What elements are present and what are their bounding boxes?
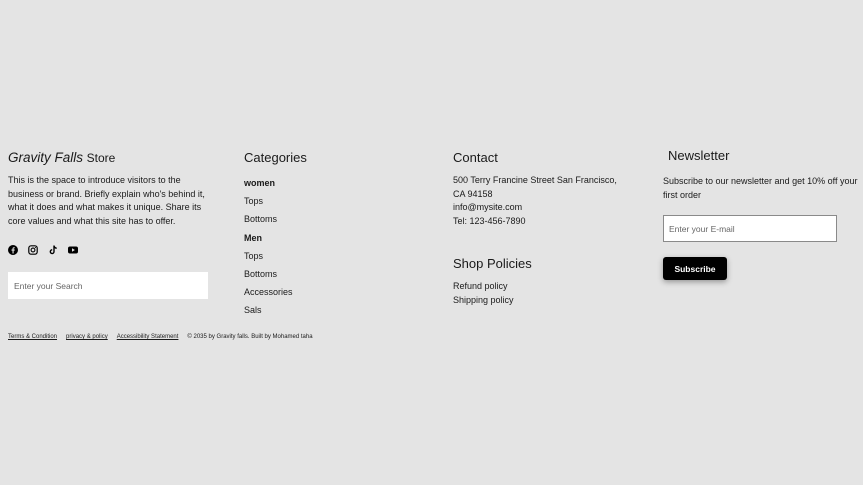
site-footer: Gravity Falls Store This is the space to… — [0, 0, 863, 485]
accessibility-link[interactable]: Accessibility Statement — [117, 333, 179, 341]
contact-email[interactable]: info@mysite.com — [453, 201, 623, 215]
category-item-women-tops[interactable]: Tops — [244, 192, 307, 210]
brand-title: Gravity Falls Store — [8, 150, 213, 166]
category-item-sals[interactable]: Sals — [244, 301, 307, 319]
categories-heading: Categories — [244, 150, 307, 165]
facebook-icon[interactable] — [8, 245, 18, 256]
social-icons — [8, 245, 213, 256]
category-item-men-bottoms[interactable]: Bottoms — [244, 265, 307, 283]
instagram-icon[interactable] — [28, 245, 38, 256]
policies-heading: Shop Policies — [453, 256, 532, 272]
youtube-icon[interactable] — [68, 245, 78, 255]
category-list: women Tops Bottoms Men Tops Bottoms Acce… — [244, 174, 307, 320]
tiktok-icon[interactable] — [48, 245, 58, 255]
newsletter-heading: Newsletter — [668, 148, 730, 163]
address-line-1: 500 Terry Francine Street San Francisco, — [453, 175, 617, 185]
refund-policy-link[interactable]: Refund policy — [453, 280, 623, 294]
legal-bar: Terms & Condition privacy & policy Acces… — [8, 333, 313, 341]
contact-column: Contact 500 Terry Francine Street San Fr… — [453, 150, 623, 308]
brand-description: This is the space to introduce visitors … — [8, 175, 205, 226]
category-item-women-bottoms[interactable]: Bottoms — [244, 210, 307, 228]
newsletter-text: Subscribe to our newsletter and get 10% … — [663, 176, 858, 200]
shop-policies: Shop Policies Refund policy Shipping pol… — [453, 256, 623, 307]
brand-suffix: Store — [86, 151, 116, 165]
newsletter-column: Newsletter Subscribe to our newsletter a… — [663, 148, 863, 280]
category-item-men-tops[interactable]: Tops — [244, 247, 307, 265]
shipping-policy-link[interactable]: Shipping policy — [453, 294, 623, 308]
contact-phone: Tel: 123-456-7890 — [453, 215, 526, 226]
address-line-2: CA 94158 — [453, 188, 493, 199]
category-item-women[interactable]: women — [244, 174, 307, 192]
brand-name: Gravity Falls — [8, 150, 84, 165]
categories-column: Categories women Tops Bottoms Men Tops B… — [244, 150, 307, 320]
copyright-text: © 2035 by Gravity falls. Built by Mohame… — [187, 334, 313, 340]
subscribe-button[interactable]: Subscribe — [663, 257, 727, 280]
category-item-men[interactable]: Men — [244, 229, 307, 247]
privacy-link[interactable]: privacy & policy — [66, 333, 108, 341]
email-input[interactable] — [663, 215, 837, 242]
contact-heading: Contact — [453, 150, 498, 165]
terms-link[interactable]: Terms & Condition — [8, 333, 57, 341]
brand-column: Gravity Falls Store This is the space to… — [8, 150, 213, 300]
search-input[interactable] — [8, 272, 208, 300]
category-item-accessories[interactable]: Accessories — [244, 283, 307, 301]
